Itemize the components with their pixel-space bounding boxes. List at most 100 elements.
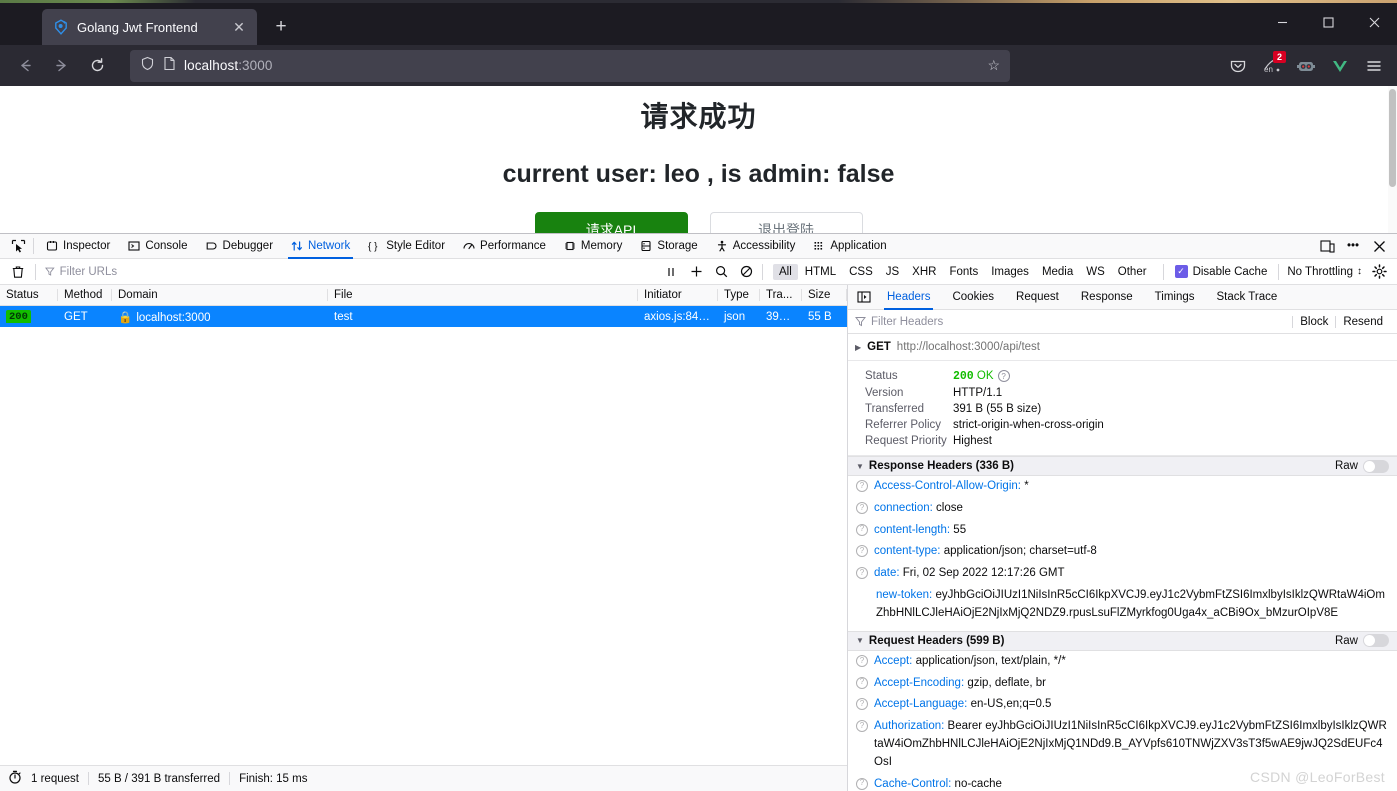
page-info-icon[interactable] (163, 56, 176, 76)
header-name[interactable]: Accept-Encoding: (874, 677, 964, 689)
help-icon[interactable]: ? (856, 567, 868, 580)
vue-devtools-icon[interactable] (1325, 51, 1355, 81)
bookmark-star-icon[interactable]: ☆ (987, 57, 1000, 74)
column-header-status[interactable]: Status (0, 289, 58, 301)
column-header-transferred[interactable]: Tra... (760, 289, 802, 301)
window-minimize-button[interactable] (1259, 0, 1305, 45)
column-header-method[interactable]: Method (58, 289, 112, 301)
help-icon[interactable]: ? (856, 545, 868, 558)
element-picker-icon[interactable] (6, 235, 30, 257)
column-header-file[interactable]: File (328, 289, 638, 301)
header-name[interactable]: content-length: (874, 524, 950, 536)
column-header-type[interactable]: Type (718, 289, 760, 301)
table-row[interactable]: 200 GET 🔒 localhost:3000 test axios.js:84… (0, 306, 847, 327)
responsive-design-mode-icon[interactable] (1315, 235, 1339, 257)
column-header-initiator[interactable]: Initiator (638, 289, 718, 301)
robot-extension-icon[interactable] (1291, 51, 1321, 81)
pocket-icon[interactable] (1223, 51, 1253, 81)
filter-urls-field[interactable] (41, 263, 161, 281)
tab-stack-trace[interactable]: Stack Trace (1206, 285, 1289, 310)
header-name[interactable]: Authorization: (874, 720, 944, 732)
throttling-dropdown[interactable]: No Throttling ↕ (1283, 266, 1366, 278)
devtools-tab-console[interactable]: Console (119, 234, 196, 259)
help-icon[interactable]: ? (856, 777, 868, 790)
expand-triangle-icon[interactable]: ▶ (855, 343, 861, 352)
column-header-domain[interactable]: Domain (112, 289, 328, 301)
shield-icon[interactable] (140, 56, 155, 76)
block-button[interactable]: Block (1292, 315, 1335, 328)
translate-extension-icon[interactable]: en 2 (1257, 50, 1287, 81)
close-devtools-icon[interactable] (1367, 235, 1391, 257)
help-icon[interactable]: ? (856, 676, 868, 689)
reload-button[interactable] (80, 50, 114, 82)
devtools-tab-inspector[interactable]: Inspector (37, 234, 119, 259)
toggle-switch[interactable] (1363, 459, 1389, 473)
devtools-tab-debugger[interactable]: Debugger (197, 234, 283, 259)
page-scrollbar[interactable] (1388, 86, 1397, 236)
help-icon[interactable]: ? (856, 720, 868, 733)
type-filter-html[interactable]: HTML (799, 264, 842, 280)
devtools-tab-network[interactable]: Network (282, 234, 359, 259)
pause-icon[interactable] (659, 261, 683, 283)
tab-cookies[interactable]: Cookies (941, 285, 1005, 310)
request-url-row[interactable]: ▶ GET http://localhost:3000/api/test (848, 334, 1397, 361)
trash-icon[interactable] (6, 261, 30, 283)
collapse-triangle-icon[interactable]: ▼ (856, 462, 864, 471)
type-filter-js[interactable]: JS (880, 264, 905, 280)
devtools-tab-style-editor[interactable]: { } Style Editor (359, 234, 454, 259)
new-tab-button[interactable]: + (267, 13, 295, 41)
devtools-tab-memory[interactable]: Memory (555, 234, 632, 259)
column-header-size[interactable]: Size (802, 289, 847, 301)
raw-toggle-request[interactable]: Raw (1335, 634, 1389, 648)
meatball-menu-icon[interactable]: ••• (1341, 235, 1365, 257)
header-name[interactable]: Accept-Language: (874, 698, 967, 710)
filter-headers-input[interactable] (871, 315, 1288, 328)
type-filter-fonts[interactable]: Fonts (943, 264, 984, 280)
devtools-tab-performance[interactable]: Performance (454, 234, 555, 259)
type-filter-xhr[interactable]: XHR (906, 264, 942, 280)
help-icon[interactable]: ? (856, 480, 868, 493)
disable-cache-checkbox[interactable]: ✓ Disable Cache (1174, 265, 1267, 278)
help-icon[interactable]: ? (856, 523, 868, 536)
request-headers-section-header[interactable]: ▼ Request Headers (599 B) Raw (848, 630, 1397, 651)
browser-tab[interactable]: Golang Jwt Frontend ✕ (42, 9, 257, 45)
help-icon[interactable]: ? (856, 501, 868, 514)
tab-response[interactable]: Response (1070, 285, 1144, 310)
url-text[interactable]: localhost:3000 (184, 58, 272, 73)
header-name[interactable]: content-type: (874, 545, 940, 557)
tab-close-icon[interactable]: ✕ (229, 17, 249, 37)
type-filter-images[interactable]: Images (985, 264, 1035, 280)
type-filter-media[interactable]: Media (1036, 264, 1079, 280)
app-menu-icon[interactable] (1359, 51, 1389, 81)
plus-icon[interactable] (684, 261, 708, 283)
header-name[interactable]: Accept: (874, 655, 912, 667)
forward-button[interactable] (44, 50, 78, 82)
tab-headers[interactable]: Headers (876, 285, 941, 310)
raw-toggle-response[interactable]: Raw (1335, 459, 1389, 473)
tab-request[interactable]: Request (1005, 285, 1070, 310)
url-bar[interactable]: localhost:3000 ☆ (130, 49, 1010, 82)
help-icon[interactable]: ? (856, 654, 868, 667)
panel-toggle-icon[interactable] (852, 286, 876, 308)
type-filter-ws[interactable]: WS (1080, 264, 1111, 280)
devtools-tab-accessibility[interactable]: Accessibility (707, 234, 805, 259)
type-filter-other[interactable]: Other (1112, 264, 1153, 280)
devtools-tab-storage[interactable]: Storage (631, 234, 706, 259)
help-icon[interactable]: ? (997, 370, 1010, 382)
header-name[interactable]: connection: (874, 502, 933, 514)
back-button[interactable] (8, 50, 42, 82)
response-headers-section-header[interactable]: ▼ Response Headers (336 B) Raw (848, 456, 1397, 477)
window-maximize-button[interactable] (1305, 0, 1351, 45)
help-icon[interactable]: ? (856, 698, 868, 711)
tab-timings[interactable]: Timings (1144, 285, 1206, 310)
search-icon[interactable] (709, 261, 733, 283)
type-filter-css[interactable]: CSS (843, 264, 879, 280)
window-close-button[interactable] (1351, 0, 1397, 45)
collapse-triangle-icon[interactable]: ▼ (856, 636, 864, 645)
header-name[interactable]: date: (874, 567, 900, 579)
header-name[interactable]: Cache-Control: (874, 778, 951, 790)
no-entry-icon[interactable] (734, 261, 758, 283)
search-input[interactable] (59, 265, 161, 278)
header-name[interactable]: Access-Control-Allow-Origin: (874, 480, 1021, 492)
type-filter-all[interactable]: All (773, 263, 798, 280)
